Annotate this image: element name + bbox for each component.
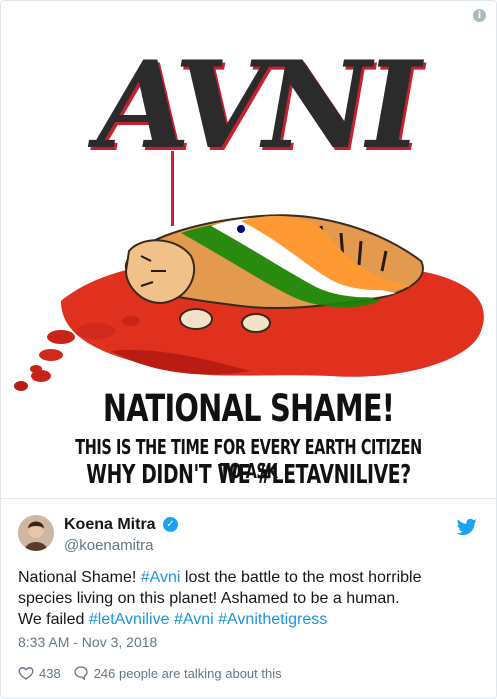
poster-title: AVNI bbox=[83, 35, 428, 176]
tweet-timestamp[interactable]: 8:33 AM - Nov 3, 2018 bbox=[18, 634, 157, 650]
heart-icon[interactable] bbox=[18, 665, 34, 681]
user-handle[interactable]: @koenamitra bbox=[64, 537, 153, 554]
hashtag-link[interactable]: #Avni bbox=[141, 569, 181, 586]
tweet-text-part: National Shame! bbox=[18, 569, 141, 586]
tweet-text: National Shame! #Avni lost the battle to… bbox=[18, 567, 480, 630]
media-divider bbox=[1, 498, 496, 499]
avatar-image bbox=[18, 515, 54, 551]
tweet-card[interactable]: i AVNI NATIONAL SHAME! THIS IS THE TIME … bbox=[0, 0, 497, 699]
hashtag-link[interactable]: #Avni bbox=[174, 611, 214, 628]
avatar[interactable] bbox=[18, 515, 54, 551]
hashtag-link[interactable]: #Avnithetigress bbox=[218, 611, 327, 628]
like-count[interactable]: 438 bbox=[39, 666, 61, 681]
poster-headline: NATIONAL SHAME! bbox=[102, 387, 395, 430]
hashtag-link[interactable]: #letAvnilive bbox=[89, 611, 170, 628]
tweet-media-image[interactable]: i AVNI NATIONAL SHAME! THIS IS THE TIME … bbox=[1, 1, 496, 498]
poster-question: WHY DIDN'T WE #LETAVNILIVE? bbox=[86, 460, 411, 490]
display-name[interactable]: Koena Mitra bbox=[64, 516, 156, 534]
twitter-bird-icon[interactable] bbox=[457, 518, 477, 536]
tweet-text-part: We failed bbox=[18, 611, 89, 628]
verified-badge-icon: ✓ bbox=[163, 517, 178, 532]
tweet-actions: 438 246 people are talking about this bbox=[18, 665, 282, 681]
reply-bubble-icon[interactable] bbox=[73, 665, 89, 681]
talking-about-link[interactable]: 246 people are talking about this bbox=[94, 666, 282, 681]
